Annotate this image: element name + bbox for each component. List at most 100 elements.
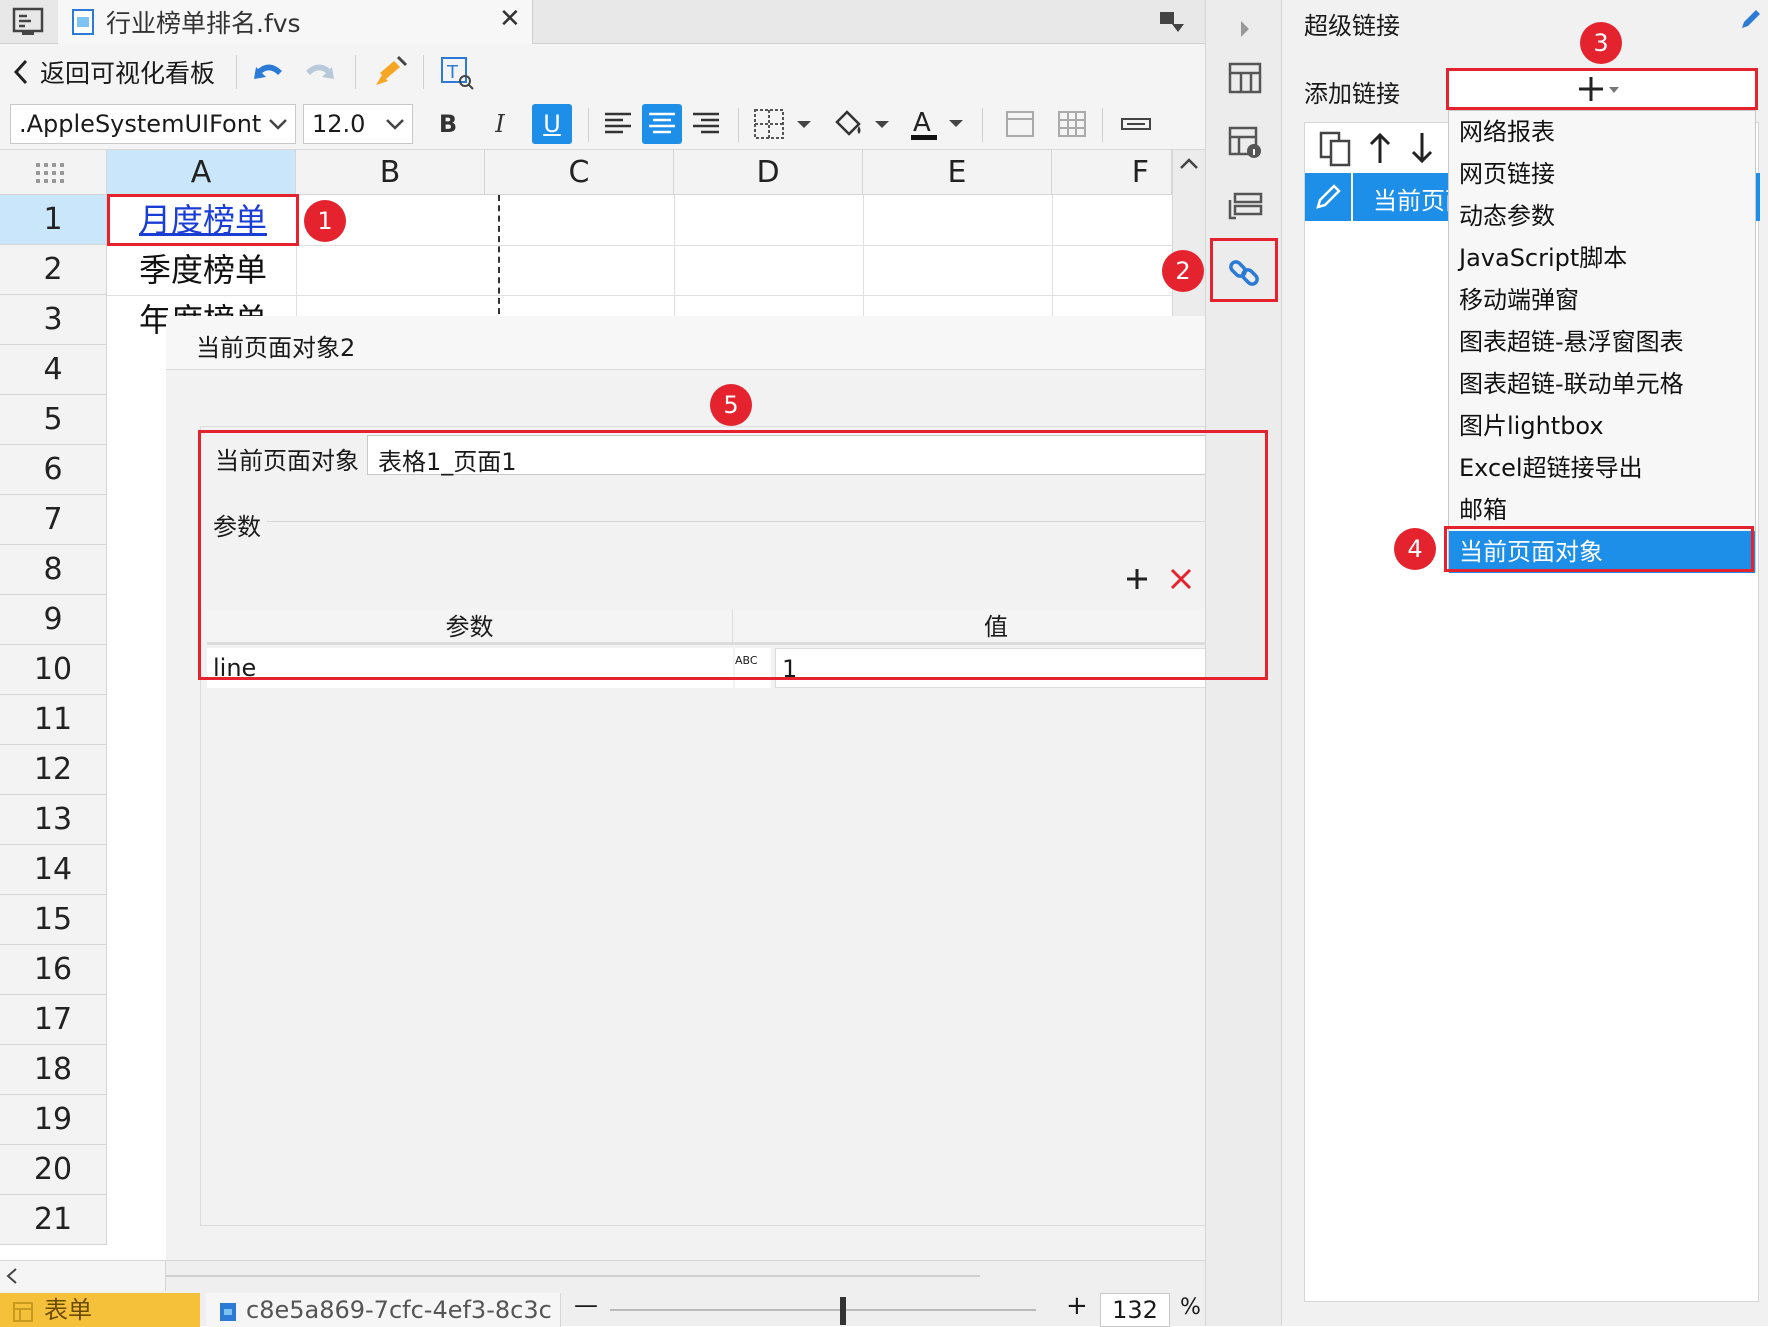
zoom-in-button[interactable]: + <box>1066 1291 1088 1321</box>
zoom-value-input[interactable]: 132 <box>1100 1293 1170 1327</box>
param-name-cell[interactable]: line <box>207 648 733 688</box>
move-up-icon[interactable] <box>1367 131 1393 165</box>
horizontal-scrollbar[interactable] <box>0 1261 166 1291</box>
text-style-icon[interactable]: T <box>436 52 476 92</box>
file-tab[interactable]: 行业榜单排名.fvs ✕ <box>58 0 533 44</box>
scroll-track <box>166 1275 980 1277</box>
toolbar-divider <box>738 108 739 142</box>
menu-item-email[interactable]: 邮箱 <box>1449 489 1755 531</box>
param-value-cell[interactable]: 1 <box>775 648 1259 688</box>
cell-info-icon[interactable] <box>1224 122 1266 164</box>
hyperlink-editor-panel: 当前页面对象2 当前页面对象 表格1_页面1 参数 参数 值 line ABC … <box>166 316 1334 1260</box>
row-header-3[interactable]: 3 <box>0 295 107 345</box>
row-header-12[interactable]: 12 <box>0 745 107 795</box>
font-family-select[interactable]: .AppleSystemUIFont <box>10 104 296 144</box>
row-header-6[interactable]: 6 <box>0 445 107 495</box>
split-cells-icon[interactable] <box>1052 104 1092 144</box>
row-header-18[interactable]: 18 <box>0 1045 107 1095</box>
toolbar-divider <box>236 55 237 89</box>
zoom-slider-track[interactable] <box>610 1309 1036 1311</box>
column-header-c[interactable]: C <box>485 150 674 195</box>
zoom-slider-thumb[interactable] <box>840 1297 846 1325</box>
font-size-select[interactable]: 12.0 <box>303 104 413 144</box>
row-header-8[interactable]: 8 <box>0 545 107 595</box>
zoom-out-button[interactable]: — <box>574 1291 598 1319</box>
annotation-badge-4: 4 <box>1394 528 1436 570</box>
copy-icon[interactable] <box>1315 129 1355 169</box>
column-header-d[interactable]: D <box>674 150 863 195</box>
row-header-14[interactable]: 14 <box>0 845 107 895</box>
merge-cells-icon[interactable] <box>1000 104 1040 144</box>
italic-button[interactable]: I <box>480 104 520 144</box>
add-link-button[interactable] <box>1448 70 1756 108</box>
align-left-icon[interactable] <box>598 104 638 144</box>
cell-a1[interactable]: 月度榜单 <box>107 195 296 245</box>
plus-icon <box>1579 77 1619 101</box>
undo-icon[interactable] <box>248 52 288 92</box>
row-header-20[interactable]: 20 <box>0 1145 107 1195</box>
object-select[interactable]: 表格1_页面1 <box>367 435 1311 476</box>
border-icon[interactable] <box>750 104 820 144</box>
bold-button[interactable]: B <box>428 104 468 144</box>
row-header-2[interactable]: 2 <box>0 245 107 295</box>
row-header-10[interactable]: 10 <box>0 645 107 695</box>
menu-item-chart-float[interactable]: 图表超链-悬浮窗图表 <box>1449 321 1755 363</box>
menu-item-javascript[interactable]: JavaScript脚本 <box>1449 237 1755 279</box>
row-header-1[interactable]: 1 <box>0 195 107 245</box>
row-header-4[interactable]: 4 <box>0 345 107 395</box>
column-header-b[interactable]: B <box>296 150 485 195</box>
row-header-13[interactable]: 13 <box>0 795 107 845</box>
fill-color-icon[interactable] <box>828 104 898 144</box>
font-color-icon[interactable]: A <box>904 104 974 144</box>
menu-item-chart-linked-cell[interactable]: 图表超链-联动单元格 <box>1449 363 1755 405</box>
toolbar-divider <box>982 108 983 142</box>
delete-param-icon[interactable] <box>1159 559 1203 599</box>
expand-arrow-icon[interactable] <box>1224 8 1266 50</box>
row-header-17[interactable]: 17 <box>0 995 107 1045</box>
param-type-icon[interactable]: ABC <box>735 648 771 688</box>
report-file-icon <box>70 8 96 36</box>
object-select-value: 表格1_页面1 <box>378 448 517 476</box>
edit-pencil-icon[interactable] <box>1738 8 1762 32</box>
underline-button[interactable]: U <box>532 104 572 144</box>
annotation-badge-2: 2 <box>1162 250 1204 292</box>
column-header-e[interactable]: E <box>863 150 1052 195</box>
annotation-badge-3: 3 <box>1580 22 1622 64</box>
object-label: 当前页面对象 <box>215 447 359 475</box>
close-tab-icon[interactable]: ✕ <box>499 4 521 34</box>
menu-item-current-page-object[interactable]: 当前页面对象 <box>1449 531 1755 573</box>
hyperlink-icon[interactable] <box>1224 252 1266 294</box>
redo-icon[interactable] <box>300 52 340 92</box>
select-all-corner[interactable] <box>0 150 107 195</box>
align-right-icon[interactable] <box>686 104 726 144</box>
back-to-dashboard-button[interactable]: 返回可视化看板 <box>12 54 215 90</box>
row-header-7[interactable]: 7 <box>0 495 107 545</box>
move-down-icon[interactable] <box>1409 131 1435 165</box>
row-header-16[interactable]: 16 <box>0 945 107 995</box>
tab-menu-icon[interactable] <box>1158 10 1186 34</box>
menu-item-dynamic-param[interactable]: 动态参数 <box>1449 195 1755 237</box>
menu-item-web-report[interactable]: 网络报表 <box>1449 111 1755 153</box>
menu-item-image-lightbox[interactable]: 图片lightbox <box>1449 405 1755 447</box>
row-header-15[interactable]: 15 <box>0 895 107 945</box>
format-painter-icon[interactable] <box>370 52 410 92</box>
report-tab[interactable]: c8e5a869-7cfc-4ef3-8c3c <box>206 1293 561 1327</box>
menu-item-mobile-popup[interactable]: 移动端弹窗 <box>1449 279 1755 321</box>
cell-property-icon[interactable] <box>1224 58 1266 100</box>
column-header-a[interactable]: A <box>107 150 296 195</box>
menu-item-web-link[interactable]: 网页链接 <box>1449 153 1755 195</box>
row-header-9[interactable]: 9 <box>0 595 107 645</box>
row-header-19[interactable]: 19 <box>0 1095 107 1145</box>
widget-setting-icon[interactable] <box>1224 186 1266 228</box>
column-header-f[interactable]: F <box>1052 150 1172 195</box>
edit-pencil-icon[interactable] <box>1305 173 1353 221</box>
add-param-icon[interactable] <box>1115 559 1159 599</box>
row-header-21[interactable]: 21 <box>0 1195 107 1245</box>
widget-icon[interactable] <box>1116 104 1156 144</box>
cell-a2[interactable]: 季度榜单 <box>107 245 296 295</box>
zoom-unit: % <box>1180 1295 1201 1320</box>
row-header-11[interactable]: 11 <box>0 695 107 745</box>
row-header-5[interactable]: 5 <box>0 395 107 445</box>
menu-item-excel-export[interactable]: Excel超链接导出 <box>1449 447 1755 489</box>
align-center-icon[interactable] <box>642 104 682 144</box>
